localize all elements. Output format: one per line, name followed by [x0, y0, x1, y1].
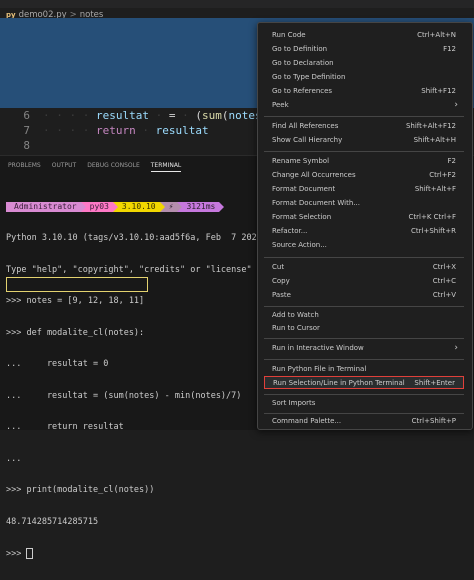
tab-problems[interactable]: PROBLEMS [8, 162, 41, 172]
menu-item-source-action[interactable]: Source Action... [264, 239, 464, 252]
menu-item-go-to-type-definition[interactable]: Go to Type Definition [264, 71, 464, 84]
menu-separator [264, 306, 464, 307]
menu-item-copy[interactable]: Copy Ctrl+C [264, 275, 464, 288]
menu-separator [264, 394, 464, 395]
menu-item-command-palette[interactable]: Command Palette... Ctrl+Shift+P [264, 415, 464, 428]
menu-item-run-in-interactive-window[interactable]: Run in Interactive Window › [264, 342, 464, 355]
menu-separator [264, 257, 464, 258]
menu-item-run-python-file-in-terminal[interactable]: Run Python File in Terminal [264, 363, 464, 376]
menu-item-find-all-references[interactable]: Find All References Shift+Alt+F12 [264, 120, 464, 133]
menu-item-go-to-references[interactable]: Go to References Shift+F12 [264, 85, 464, 98]
menu-item-format-selection[interactable]: Format Selection Ctrl+K Ctrl+F [264, 211, 464, 224]
prompt-python-version: 3.10.10 [117, 201, 160, 212]
menu-item-rename-symbol[interactable]: Rename Symbol F2 [264, 155, 464, 168]
prompt-env: py03 [85, 201, 113, 212]
menu-separator [264, 116, 464, 117]
terminal-line: >>> print(modalite_cl(notes)) [6, 485, 155, 495]
menu-separator [264, 338, 464, 339]
terminal-input-line[interactable]: >>> [6, 548, 308, 559]
line-number: 8 [23, 139, 30, 152]
editor-context-menu: Run Code Ctrl+Alt+N Go to Definition F12 G… [257, 22, 473, 430]
prompt-git: ⚡ [164, 201, 178, 212]
menu-separator [264, 359, 464, 360]
menu-item-run-code[interactable]: Run Code Ctrl+Alt+N [264, 29, 464, 42]
print-command-highlight [6, 277, 148, 292]
menu-item-peek[interactable]: Peek › [264, 99, 464, 112]
prompt-user: Administrator [6, 201, 81, 212]
menu-item-add-to-watch[interactable]: Add to Watch [264, 309, 464, 322]
menu-item-refactor[interactable]: Refactor... Ctrl+Shift+R [264, 225, 464, 238]
tab-debug-console[interactable]: DEBUG CONSOLE [87, 162, 140, 172]
terminal-line: ... [6, 453, 22, 464]
menu-item-format-document-with[interactable]: Format Document With... [264, 197, 464, 210]
menu-item-sort-imports[interactable]: Sort Imports [264, 397, 464, 410]
prompt-duration: 3121ms [182, 201, 220, 212]
chevron-right-icon: › [454, 100, 458, 110]
menu-item-go-to-definition[interactable]: Go to Definition F12 [264, 43, 464, 56]
terminal-line: 48.714285714285715 [6, 516, 99, 527]
tab-output[interactable]: OUTPUT [52, 162, 76, 172]
menu-item-paste[interactable]: Paste Ctrl+V [264, 289, 464, 302]
menu-separator [264, 151, 464, 152]
terminal-prompt-text: >>> [6, 549, 27, 559]
menu-item-cut[interactable]: Cut Ctrl+X [264, 261, 464, 274]
menu-item-run-selection-line-in-python-terminal[interactable]: Run Selection/Line in Python Terminal Shi… [264, 376, 464, 389]
menu-item-change-all-occurrences[interactable]: Change All Occurrences Ctrl+F2 [264, 169, 464, 182]
panel-tabs: PROBLEMS OUTPUT DEBUG CONSOLE TERMINAL [8, 162, 182, 172]
menu-separator [264, 413, 464, 414]
menu-item-show-call-hierarchy[interactable]: Show Call Hierarchy Shift+Alt+H [264, 134, 464, 147]
chevron-right-icon: › [454, 343, 458, 353]
menu-item-go-to-declaration[interactable]: Go to Declaration [264, 57, 464, 70]
tab-terminal[interactable]: TERMINAL [150, 162, 182, 172]
terminal-cursor [26, 548, 34, 559]
editor-tab-strip [0, 0, 474, 8]
menu-item-format-document[interactable]: Format Document Shift+Alt+F [264, 183, 464, 196]
menu-item-run-to-cursor[interactable]: Run to Cursor [264, 322, 464, 335]
prompt-end-icon [219, 201, 225, 212]
